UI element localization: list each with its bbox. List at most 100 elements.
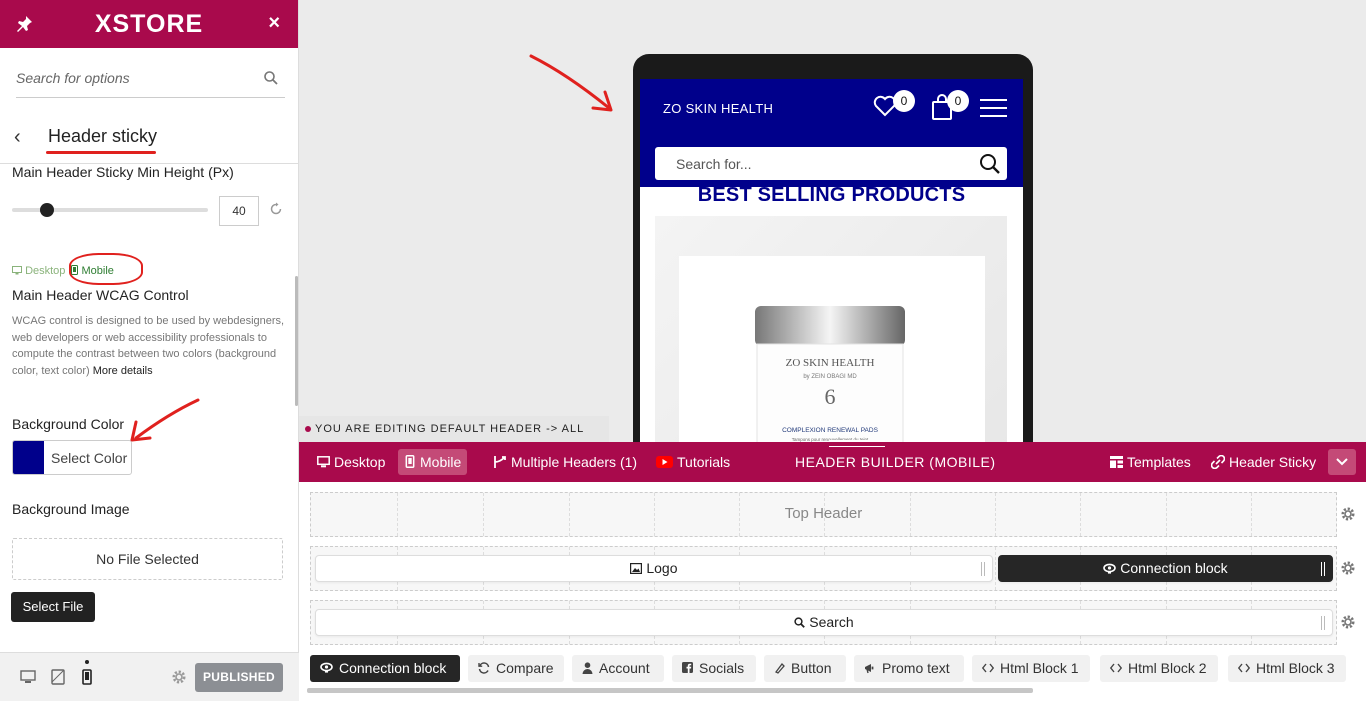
annotation-arrow bbox=[529, 54, 613, 112]
phone-frame: ZO SKIN HEALTH 0 0 Search for... BEST SE… bbox=[633, 54, 1033, 454]
mobile-header: ZO SKIN HEALTH 0 0 Search for... bbox=[640, 79, 1023, 187]
slider-handle[interactable] bbox=[40, 203, 55, 217]
product-image[interactable]: ZO SKIN HEALTH by ZEIN OBAGI MD 6 COMPLE… bbox=[655, 216, 1007, 454]
mobile-preview-icon[interactable] bbox=[79, 669, 95, 685]
header-builder: Desktop Mobile Multiple Headers (1) Tuto… bbox=[299, 440, 1366, 701]
logo-element-label: Logo bbox=[646, 560, 678, 576]
available-account[interactable]: Account bbox=[572, 655, 664, 682]
available-socials[interactable]: Socials bbox=[672, 655, 756, 682]
desktop-icon bbox=[12, 266, 22, 275]
builder-title: HEADER BUILDER (MOBILE) bbox=[795, 454, 996, 470]
close-icon[interactable]: × bbox=[268, 12, 280, 35]
device-desktop[interactable]: Desktop bbox=[12, 265, 65, 277]
logo-element[interactable]: Logo bbox=[315, 555, 993, 582]
site-preview: ZO SKIN HEALTH 0 0 Search for... BEST SE… bbox=[299, 4, 1366, 461]
file-placeholder: No File Selected bbox=[12, 538, 283, 580]
gear-icon[interactable] bbox=[1340, 614, 1356, 630]
image-icon bbox=[630, 563, 643, 575]
section-title: Header sticky bbox=[48, 126, 158, 146]
svg-text:6: 6 bbox=[825, 384, 836, 409]
desktop-tab[interactable]: Desktop bbox=[311, 449, 391, 475]
available-html-block-3[interactable]: Html Block 3 bbox=[1228, 655, 1346, 682]
product-jar-image: ZO SKIN HEALTH by ZEIN OBAGI MD 6 COMPLE… bbox=[755, 306, 905, 454]
back-arrow-icon[interactable]: ‹ bbox=[14, 126, 21, 149]
header-sticky-button[interactable]: Header Sticky bbox=[1205, 449, 1322, 475]
gear-icon[interactable] bbox=[1340, 560, 1356, 576]
mobile-search-placeholder: Search for... bbox=[676, 156, 752, 172]
search-icon bbox=[794, 617, 806, 628]
min-height-input[interactable]: 40 bbox=[219, 196, 259, 226]
youtube-icon bbox=[656, 455, 673, 468]
available-item-label: Html Block 1 bbox=[1000, 660, 1079, 676]
select-color-label: Select Color bbox=[51, 450, 128, 466]
tutorials-button[interactable]: Tutorials bbox=[650, 449, 736, 475]
drag-grip[interactable] bbox=[1321, 562, 1325, 576]
top-header-row[interactable]: Top Header bbox=[310, 492, 1337, 537]
gear-icon[interactable] bbox=[1340, 506, 1356, 522]
drag-grip[interactable] bbox=[981, 562, 985, 576]
search-icon[interactable] bbox=[263, 70, 279, 86]
phone-screen: ZO SKIN HEALTH 0 0 Search for... BEST SE… bbox=[640, 79, 1023, 454]
templates-button[interactable]: Templates bbox=[1104, 449, 1197, 475]
link-icon bbox=[1210, 454, 1226, 470]
section-heading: BEST SELLING PRODUCTS bbox=[697, 184, 966, 206]
mobile-search-bar[interactable]: Search for... bbox=[655, 147, 1007, 180]
search-icon[interactable] bbox=[979, 153, 1001, 175]
mobile-tab[interactable]: Mobile bbox=[398, 449, 468, 475]
available-item-label: Html Block 3 bbox=[1256, 660, 1335, 676]
more-details-link[interactable]: More details bbox=[93, 365, 153, 377]
bg-color-label: Background Color bbox=[12, 416, 125, 432]
search-element[interactable]: Search bbox=[315, 609, 1333, 636]
wcag-description: WCAG control is designed to be used by w… bbox=[12, 313, 288, 379]
reset-icon[interactable] bbox=[269, 202, 283, 216]
brand-logo: XSTORE bbox=[94, 10, 204, 38]
available-button[interactable]: Button bbox=[764, 655, 846, 682]
drag-handle[interactable] bbox=[829, 440, 885, 447]
bottom-header-row[interactable]: Search bbox=[310, 600, 1337, 645]
available-item-label: Promo text bbox=[882, 660, 950, 676]
connection-block-element[interactable]: Connection block bbox=[998, 555, 1333, 582]
available-html-block-1[interactable]: Html Block 1 bbox=[972, 655, 1090, 682]
branch-icon bbox=[494, 455, 506, 468]
sidebar-scrollbar[interactable] bbox=[295, 276, 298, 406]
templates-icon bbox=[1110, 455, 1123, 468]
chevron-down-icon bbox=[1336, 458, 1348, 466]
multiple-headers-button[interactable]: Multiple Headers (1) bbox=[487, 449, 643, 475]
available-connection-block[interactable]: Connection block bbox=[310, 655, 460, 682]
published-button[interactable]: PUBLISHED bbox=[195, 663, 283, 692]
available-promo-text[interactable]: Promo text bbox=[854, 655, 964, 682]
select-file-button[interactable]: Select File bbox=[11, 592, 95, 622]
min-height-label: Main Header Sticky Min Height (Px) bbox=[12, 164, 234, 180]
select-color-button[interactable]: Select Color bbox=[12, 440, 132, 475]
mobile-tab-label: Mobile bbox=[420, 454, 462, 470]
collapse-button[interactable] bbox=[1328, 449, 1356, 475]
drag-grip[interactable] bbox=[1321, 616, 1325, 630]
top-header-label: Top Header bbox=[784, 505, 863, 522]
tablet-preview-icon[interactable] bbox=[50, 669, 66, 685]
builder-scrollbar[interactable] bbox=[307, 688, 1033, 693]
annotation-underline bbox=[46, 151, 156, 154]
cart-count-badge: 0 bbox=[947, 90, 969, 112]
wishlist-count-badge: 0 bbox=[893, 90, 915, 112]
notice-bullet bbox=[305, 426, 311, 432]
available-html-block-2[interactable]: Html Block 2 bbox=[1100, 655, 1218, 682]
desktop-preview-icon[interactable] bbox=[20, 669, 36, 685]
gear-icon[interactable] bbox=[171, 669, 187, 685]
main-header-row[interactable]: Logo Connection block bbox=[310, 546, 1337, 591]
connection-icon bbox=[1103, 563, 1117, 574]
customizer-sidebar: XSTORE × ‹ Header sticky Main Header Sti… bbox=[0, 0, 299, 701]
pointer-icon bbox=[775, 662, 785, 674]
search-options-field bbox=[16, 60, 285, 98]
header-sticky-label: Header Sticky bbox=[1229, 454, 1317, 470]
desktop-icon bbox=[317, 455, 330, 468]
options-panel: Main Header Sticky Min Height (Px) 40 De… bbox=[0, 164, 299, 652]
available-item-label: Socials bbox=[699, 660, 745, 676]
search-input[interactable] bbox=[16, 60, 246, 96]
site-logo[interactable]: ZO SKIN HEALTH bbox=[663, 101, 773, 116]
hamburger-menu-icon[interactable] bbox=[980, 99, 1007, 117]
jar-brand: ZO SKIN HEALTH bbox=[786, 357, 875, 369]
active-indicator bbox=[85, 660, 89, 664]
color-swatch bbox=[13, 441, 44, 474]
available-compare[interactable]: Compare bbox=[468, 655, 564, 682]
code-icon bbox=[981, 663, 995, 673]
